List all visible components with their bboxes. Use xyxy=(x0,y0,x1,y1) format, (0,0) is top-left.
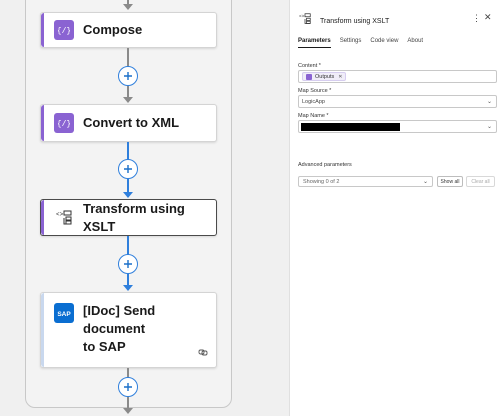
svg-text:{/}: {/} xyxy=(58,27,70,35)
action-card-transform-xslt[interactable]: <> Transform using XSLT xyxy=(40,199,217,236)
action-details-panel: <> Transform using XSLT ⋮ ✕ Parameters S… xyxy=(289,0,504,416)
card-title: Transform using XSLT xyxy=(83,200,185,234)
advanced-parameters-label: Advanced parameters xyxy=(298,162,352,168)
tab-settings[interactable]: Settings xyxy=(340,38,362,48)
card-accent xyxy=(41,13,44,47)
panel-title[interactable]: Transform using XSLT xyxy=(320,18,389,25)
connector-arrow xyxy=(123,285,133,291)
action-card-compose[interactable]: {/} Compose xyxy=(40,12,217,48)
panel-tabs: Parameters Settings Code view About xyxy=(298,38,432,48)
connector-line xyxy=(127,179,129,193)
advanced-parameters-value: Showing 0 of 2 xyxy=(303,178,340,185)
connector-arrow xyxy=(123,4,133,10)
action-card-convert-to-xml[interactable]: {/} Convert to XML xyxy=(40,104,217,142)
token-label: Outputs xyxy=(315,73,335,80)
card-accent xyxy=(41,293,44,367)
connector-arrow xyxy=(123,408,133,414)
svg-text:SAP: SAP xyxy=(57,311,71,318)
convert-icon: {/} xyxy=(54,113,74,133)
tab-about[interactable]: About xyxy=(407,38,423,48)
sap-icon: SAP xyxy=(54,303,74,323)
card-title: [IDoc] Send document xyxy=(83,303,156,336)
connector-line xyxy=(127,142,129,160)
content-label: Content * xyxy=(298,63,321,69)
svg-text:<>: <> xyxy=(299,14,305,20)
card-accent xyxy=(41,200,44,235)
add-action-button[interactable] xyxy=(118,66,138,86)
advanced-parameters-dropdown[interactable]: Showing 0 of 2 ⌄ xyxy=(298,176,433,187)
card-title-group: [IDoc] Send document to SAP xyxy=(83,302,216,356)
close-icon[interactable]: ✕ xyxy=(484,12,492,23)
transform-xslt-icon: <> xyxy=(298,12,312,30)
more-options-icon[interactable]: ⋮ xyxy=(472,13,481,24)
card-title: to SAP xyxy=(83,339,126,354)
panel-header: <> Transform using XSLT xyxy=(298,12,389,30)
remove-token-icon[interactable]: ✕ xyxy=(338,74,342,80)
card-title: Compose xyxy=(83,22,143,37)
show-all-button[interactable]: Show all xyxy=(437,176,463,187)
content-field[interactable]: Outputs ✕ xyxy=(298,70,497,83)
card-accent xyxy=(41,105,44,141)
map-source-dropdown[interactable]: LogicApp ⌄ xyxy=(298,95,497,108)
map-source-label: Map Source * xyxy=(298,88,332,94)
svg-text:{/}: {/} xyxy=(58,120,70,128)
tab-code-view[interactable]: Code view xyxy=(370,38,398,48)
outputs-token[interactable]: Outputs ✕ xyxy=(302,72,347,81)
svg-text:<>: <> xyxy=(56,211,64,218)
connector-line xyxy=(127,236,129,255)
add-action-button[interactable] xyxy=(118,377,138,397)
card-title: Convert to XML xyxy=(83,115,180,130)
chevron-down-icon: ⌄ xyxy=(486,99,492,105)
tab-parameters[interactable]: Parameters xyxy=(298,38,331,48)
designer-canvas: {/} Compose {/} Convert to XML xyxy=(0,0,289,416)
chevron-down-icon: ⌄ xyxy=(486,124,492,130)
action-card-send-to-sap[interactable]: SAP [IDoc] Send document to SAP xyxy=(40,292,217,368)
transform-xslt-icon: <> xyxy=(54,208,74,228)
compose-icon: {/} xyxy=(54,20,74,40)
chevron-down-icon: ⌄ xyxy=(422,179,428,185)
connector-line xyxy=(127,48,129,68)
map-name-dropdown[interactable]: ⌄ xyxy=(298,120,497,133)
connector-arrow xyxy=(123,97,133,103)
compose-icon xyxy=(306,73,312,80)
connection-icon[interactable] xyxy=(198,344,208,362)
map-source-value: LogicApp xyxy=(302,98,325,105)
map-name-label: Map Name * xyxy=(298,113,329,119)
add-action-button[interactable] xyxy=(118,159,138,179)
redacted-map-name xyxy=(301,123,400,131)
connector-arrow xyxy=(123,192,133,198)
add-action-button[interactable] xyxy=(118,254,138,274)
clear-all-button[interactable]: Clear all xyxy=(466,176,495,187)
